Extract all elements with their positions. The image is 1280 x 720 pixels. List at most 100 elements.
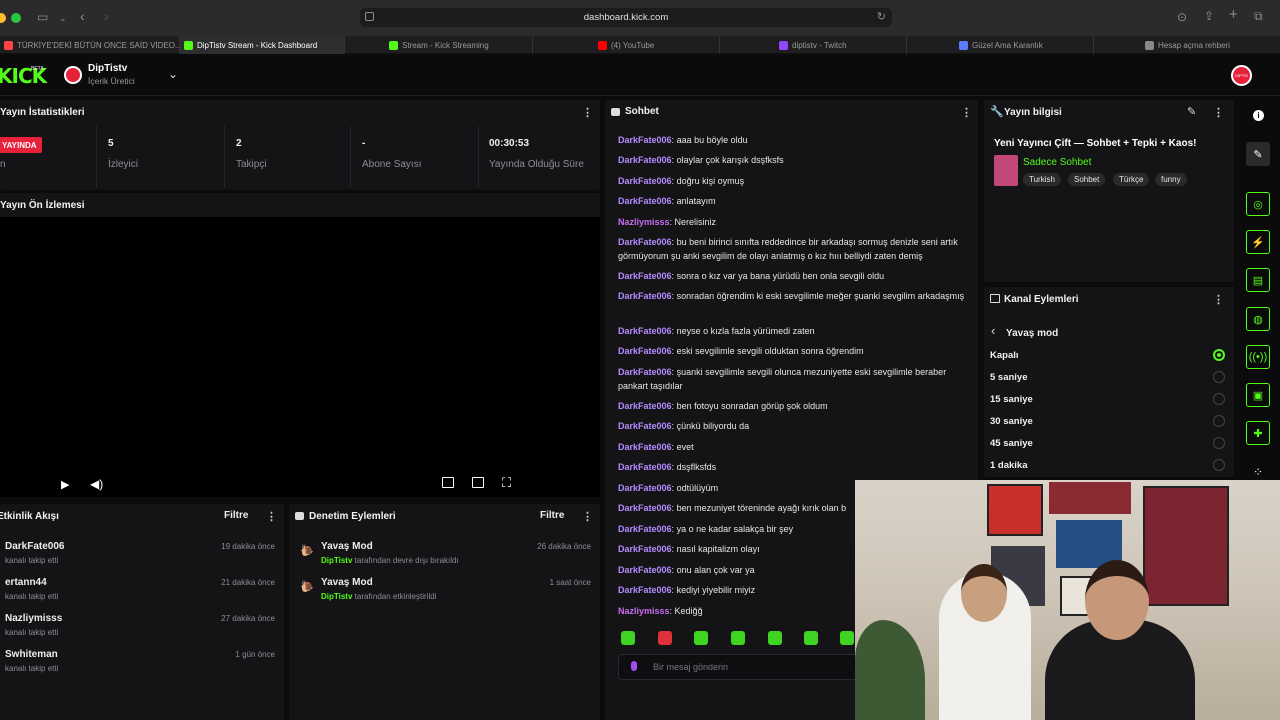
document-icon[interactable]: ▤ bbox=[1246, 268, 1270, 292]
chat-username[interactable]: DarkFate006 bbox=[618, 135, 672, 145]
category-thumbnail[interactable] bbox=[994, 155, 1018, 186]
chat-username[interactable]: Nazliymisss bbox=[618, 606, 670, 616]
reload-icon[interactable]: ↻ bbox=[877, 10, 886, 23]
chat-bubble-icon[interactable]: ◍ bbox=[1246, 307, 1270, 331]
chat-username[interactable]: DarkFate006 bbox=[618, 176, 672, 186]
tag-chip[interactable]: funny bbox=[1155, 173, 1187, 186]
more-options-icon[interactable]: ⋮ bbox=[582, 510, 593, 523]
tag-chip[interactable]: Turkish bbox=[1023, 173, 1061, 186]
emote-icon[interactable] bbox=[768, 631, 782, 645]
mod-actor[interactable]: DipTistv bbox=[321, 592, 352, 601]
download-icon[interactable]: ⊙ bbox=[1177, 11, 1187, 23]
channel-switcher-chevron-icon[interactable]: ⌄ bbox=[168, 67, 178, 81]
more-options-icon[interactable]: ⋮ bbox=[1213, 293, 1224, 306]
wrench-icon[interactable]: ✚ bbox=[1246, 421, 1270, 445]
emote-icon[interactable] bbox=[840, 631, 854, 645]
lightning-icon[interactable]: ⚡ bbox=[1246, 230, 1270, 254]
chat-username[interactable]: DarkFate006 bbox=[618, 585, 672, 595]
slow-mode-option[interactable]: Kapalı bbox=[990, 350, 1019, 361]
emote-icon[interactable] bbox=[731, 631, 745, 645]
sidebar-toggle-icon[interactable]: ▭ bbox=[37, 11, 48, 23]
edit-icon[interactable]: ✎ bbox=[1187, 105, 1196, 118]
emote-icon[interactable] bbox=[621, 631, 635, 645]
slow-mode-option[interactable]: 30 saniye bbox=[990, 416, 1033, 427]
nodes-icon[interactable]: ⁘ bbox=[1253, 465, 1263, 479]
emote-icon[interactable] bbox=[804, 631, 818, 645]
browser-tab[interactable]: Güzel Ama Karanlık bbox=[955, 36, 1094, 54]
tag-chip[interactable]: Sohbet bbox=[1068, 173, 1106, 186]
chat-username[interactable]: DarkFate006 bbox=[618, 401, 672, 411]
more-options-icon[interactable]: ⋮ bbox=[961, 106, 972, 119]
info-icon[interactable]: i bbox=[1253, 110, 1264, 121]
window-zoom-button[interactable] bbox=[0, 13, 6, 23]
browser-tab[interactable]: Hesap açma rehberi bbox=[1141, 36, 1280, 54]
back-arrow-icon[interactable]: ‹ bbox=[80, 9, 85, 23]
back-chevron-icon[interactable]: ‹ bbox=[991, 323, 995, 338]
chat-username[interactable]: DarkFate006 bbox=[618, 196, 672, 206]
slow-mode-option[interactable]: 5 saniye bbox=[990, 372, 1028, 383]
chat-username[interactable]: DarkFate006 bbox=[618, 442, 672, 452]
feed-item-name[interactable]: ertann44 bbox=[5, 577, 47, 588]
browser-tab[interactable]: Stream - Kick Streaming bbox=[385, 36, 533, 54]
theater-mode-icon[interactable] bbox=[472, 477, 484, 488]
chat-username[interactable]: DarkFate006 bbox=[618, 346, 672, 356]
chat-username[interactable]: DarkFate006 bbox=[618, 237, 672, 247]
share-icon[interactable]: ⇪ bbox=[1204, 10, 1214, 22]
window-fullscreen-button[interactable] bbox=[11, 13, 21, 23]
edit-mode-button[interactable]: ✎ bbox=[1246, 142, 1270, 166]
emote-icon[interactable] bbox=[658, 631, 672, 645]
chat-username[interactable]: DarkFate006 bbox=[618, 483, 672, 493]
more-options-icon[interactable]: ⋮ bbox=[1213, 106, 1224, 119]
slow-mode-radio[interactable] bbox=[1213, 415, 1225, 427]
chat-username[interactable]: DarkFate006 bbox=[618, 271, 672, 281]
more-options-icon[interactable]: ⋮ bbox=[266, 510, 277, 523]
feed-item-name[interactable]: Nazliymisss bbox=[5, 613, 62, 624]
fullscreen-icon[interactable]: ⛶ bbox=[502, 475, 511, 491]
forward-arrow-icon[interactable]: › bbox=[104, 9, 109, 23]
broadcast-icon[interactable]: ((•)) bbox=[1246, 345, 1270, 369]
more-options-icon[interactable]: ⋮ bbox=[582, 106, 593, 119]
play-icon[interactable]: ▶ bbox=[61, 478, 69, 491]
browser-tab[interactable]: (4) YouTube bbox=[594, 36, 720, 54]
emote-icon[interactable] bbox=[694, 631, 708, 645]
chat-username[interactable]: DarkFate006 bbox=[618, 155, 672, 165]
filter-button[interactable]: Filtre bbox=[224, 510, 248, 521]
browser-tab[interactable]: TÜRKİYE'DEKİ BÜTÜN ONCE SAİD VİDEO... bbox=[0, 36, 180, 54]
chat-username[interactable]: Nazliymisss bbox=[618, 217, 670, 227]
chat-username[interactable]: DarkFate006 bbox=[618, 462, 672, 472]
chat-username[interactable]: DarkFate006 bbox=[618, 565, 672, 575]
slow-mode-option[interactable]: 15 saniye bbox=[990, 394, 1033, 405]
address-bar[interactable]: dashboard.kick.com ↻ bbox=[360, 8, 892, 27]
feed-item-name[interactable]: DarkFate006 bbox=[5, 541, 64, 552]
chat-username[interactable]: DarkFate006 bbox=[618, 544, 672, 554]
filter-button[interactable]: Filtre bbox=[540, 510, 564, 521]
profile-avatar[interactable]: DİPTİS bbox=[1231, 65, 1252, 86]
new-tab-icon[interactable]: + bbox=[1229, 7, 1238, 22]
chat-username[interactable]: DarkFate006 bbox=[618, 291, 672, 301]
site-settings-icon[interactable] bbox=[365, 12, 374, 21]
slow-mode-radio[interactable] bbox=[1213, 393, 1225, 405]
layout-icon[interactable]: ▣ bbox=[1246, 383, 1270, 407]
chat-username[interactable]: DarkFate006 bbox=[618, 326, 672, 336]
mod-actor[interactable]: DipTistv bbox=[321, 556, 352, 565]
slow-mode-option[interactable]: 45 saniye bbox=[990, 438, 1033, 449]
slow-mode-radio[interactable] bbox=[1213, 437, 1225, 449]
tab-overview-icon[interactable]: ⧉ bbox=[1254, 10, 1263, 22]
browser-tab-active[interactable]: DipTistv Stream - Kick Dashboard bbox=[180, 36, 345, 54]
slow-mode-radio[interactable] bbox=[1213, 371, 1225, 383]
volume-icon[interactable]: ◀) bbox=[90, 477, 103, 491]
microphone-icon[interactable] bbox=[631, 661, 637, 671]
slow-mode-back-label[interactable]: Yavaş mod bbox=[1006, 328, 1058, 339]
slow-mode-radio[interactable] bbox=[1213, 349, 1225, 361]
chat-username[interactable]: DarkFate006 bbox=[618, 367, 672, 377]
slow-mode-radio[interactable] bbox=[1213, 459, 1225, 471]
chat-username[interactable]: DarkFate006 bbox=[618, 421, 672, 431]
chat-username[interactable]: DarkFate006 bbox=[618, 524, 672, 534]
browser-tab[interactable]: diptistv - Twitch bbox=[775, 36, 907, 54]
target-icon[interactable]: ◎ bbox=[1246, 192, 1270, 216]
chat-username[interactable]: DarkFate006 bbox=[618, 503, 672, 513]
tag-chip[interactable]: Türkçe bbox=[1113, 173, 1150, 186]
feed-item-name[interactable]: Swhiteman bbox=[5, 649, 58, 660]
slow-mode-option[interactable]: 1 dakika bbox=[990, 460, 1028, 471]
chevron-down-icon[interactable]: ⌄ bbox=[59, 12, 67, 24]
